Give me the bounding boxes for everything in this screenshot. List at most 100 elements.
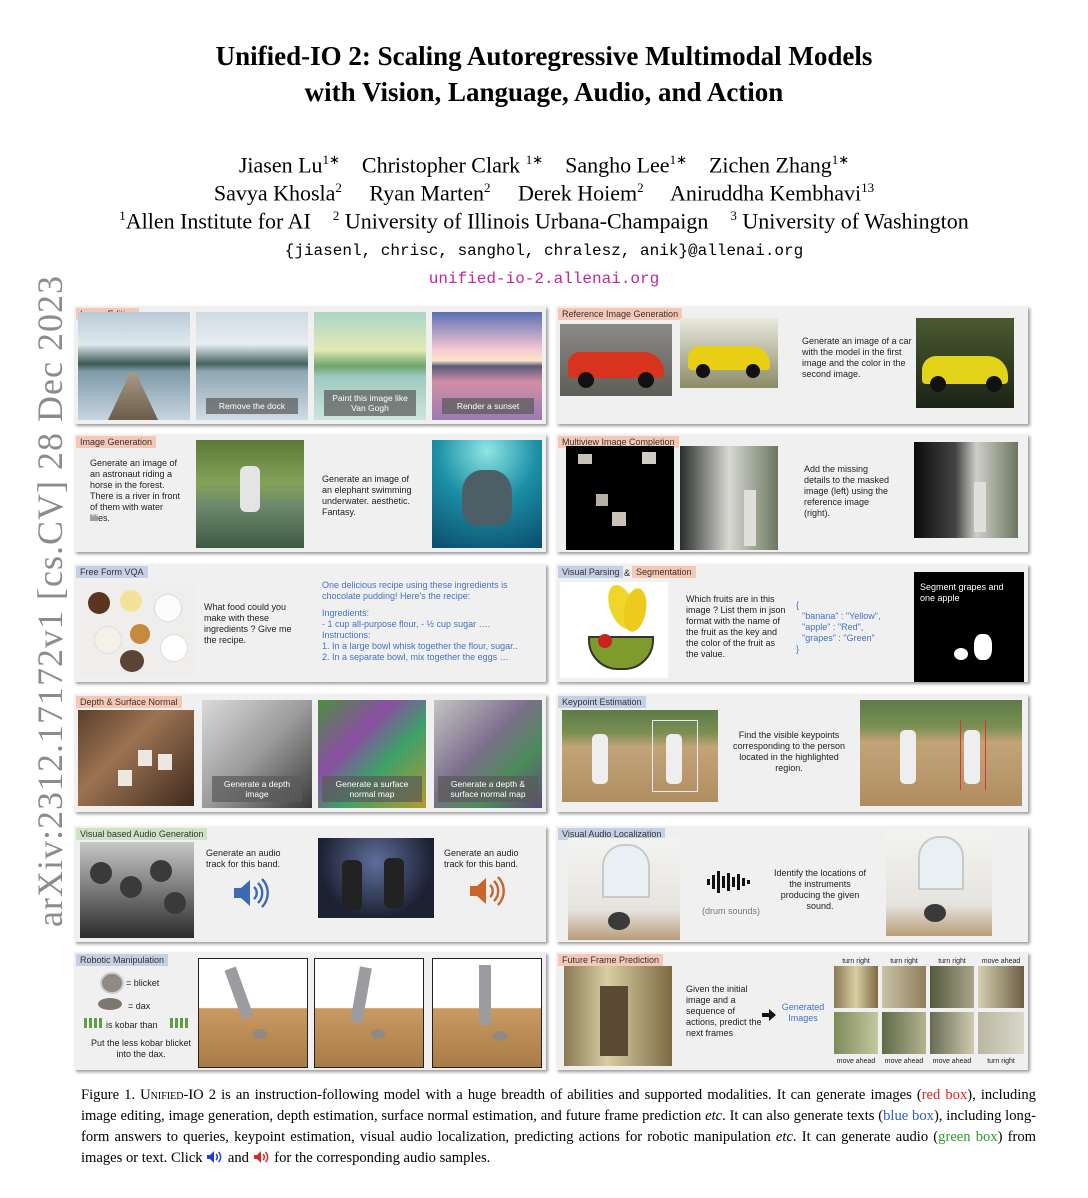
title-line-1: Unified-IO 2: Scaling Autoregressive Mul…: [215, 41, 873, 71]
drum-sounds-label: (drum sounds): [701, 906, 761, 916]
title-line-2: with Vision, Language, Audio, and Action: [304, 77, 784, 107]
keypoint-prompt: Find the visible keypoints corresponding…: [732, 730, 846, 773]
red-box-text: red box: [921, 1087, 968, 1103]
panel-keypoint: Keypoint Estimation Find the visible key…: [556, 694, 1028, 812]
audio-prompt-1: Generate an audio track for this band.: [206, 848, 281, 869]
depth-image: Generate a depth image: [202, 700, 312, 808]
waveform-icon: [706, 870, 752, 894]
speaker-blue-icon[interactable]: [230, 878, 270, 908]
multiview-prompt: Add the missing details to the masked im…: [804, 464, 890, 518]
arxiv-stamp: arXiv:2312.17172v1 [cs.CV] 28 Dec 2023: [30, 275, 70, 927]
emails: {jiasenl, chrisc, sanghol, chralesz, ani…: [284, 242, 804, 260]
red-car-image: [560, 324, 672, 396]
author: Derek Hoiem: [518, 180, 638, 206]
author: Ryan Marten: [369, 180, 485, 206]
future-prompt: Given the initial image and a sequence o…: [686, 984, 762, 1038]
yellow-car-image: [680, 318, 778, 388]
elephant-underwater-image: [432, 440, 542, 548]
blicket-icon: [100, 972, 124, 994]
panel-depth-normal: Depth & Surface Normal Generate a depth …: [74, 694, 546, 812]
panel-tag: Visual based Audio Generation: [76, 828, 208, 840]
speaker-red-icon[interactable]: [466, 876, 506, 906]
figure-caption: Figure 1. Unified-IO 2 is an instruction…: [81, 1087, 1036, 1166]
dax-icon: [98, 998, 122, 1010]
initial-frame-image: [564, 966, 672, 1066]
author: Aniruddha Kembhavi: [669, 180, 862, 206]
generated-images-label: Generated Images: [781, 1002, 825, 1023]
frame-tile: [834, 966, 878, 1008]
panel-free-form-vqa: Free Form VQA What food could you make w…: [74, 564, 546, 682]
arrow-right-icon: [762, 1008, 776, 1021]
panel-tag: Robotic Manipulation: [76, 954, 169, 966]
lake-image: [78, 312, 190, 420]
van-gogh-image: Paint this image like Van Gogh: [314, 312, 426, 420]
sunset-image: Render a sunset: [432, 312, 542, 420]
surface-normal-image: Generate a surface normal map: [318, 700, 426, 808]
ingredients-image: [80, 584, 194, 678]
authors-line-2: Savya Khosla2 Ryan Marten2 Derek Hoiem2 …: [213, 180, 875, 206]
json-answer: { "banana" : "Yellow", "apple" : "Red", …: [796, 600, 881, 654]
panel-tag: Image Generation: [76, 436, 157, 448]
panel-tag: Keypoint Estimation: [558, 696, 646, 708]
robot-frame-2: [314, 958, 424, 1068]
panel-audio-localization: Visual Audio Localization (drum sounds) …: [556, 826, 1028, 942]
panel-image-generation: Image Generation Generate an image of an…: [74, 434, 546, 552]
website-link[interactable]: unified-io-2.allenai.org: [0, 270, 1088, 288]
panel-reference-image-generation: Reference Image Generation Generate an i…: [556, 306, 1028, 424]
depth-normal-image: Generate a depth & surface normal map: [434, 700, 542, 808]
localized-room-image: [886, 830, 992, 936]
frame-tile: [978, 966, 1024, 1008]
blicket-label: = blicket: [126, 978, 160, 988]
speaker-blue-small-icon[interactable]: [206, 1150, 224, 1164]
panel-audio-generation: Visual based Audio Generation Generate a…: [74, 826, 546, 942]
panel-tag: Reference Image Generation: [558, 308, 683, 320]
music-room-image: [568, 838, 680, 940]
panel-image-editing: Image Editing Remove the dock Paint this…: [74, 306, 546, 424]
panel-tag: Visual Parsing: [558, 566, 624, 578]
frame-tile: [834, 1012, 878, 1054]
panel-tag: Future Frame Prediction: [558, 954, 664, 966]
affiliations: 1Allen Institute for AI 2 University of …: [119, 208, 969, 234]
robot-instruction: Put the less kobar blicket into the dax.: [90, 1038, 192, 1059]
astronaut-horse-image: [196, 440, 304, 548]
frame-tile: [930, 1012, 974, 1054]
fruit-basket-image: [560, 582, 668, 678]
panel-future-frame: Future Frame Prediction Given the initia…: [556, 952, 1028, 1070]
completed-view-image: [914, 442, 1018, 538]
reference-prompt: Generate an image of a car with the mode…: [802, 336, 912, 379]
kobar-label: is kobar than: [106, 1020, 158, 1030]
kobar-icon-2: [170, 1018, 188, 1028]
audio-prompt-2: Generate an audio track for this band.: [444, 848, 519, 869]
segmentation-mask: Segment grapes and one apple: [914, 572, 1024, 682]
frame-tile: [978, 1012, 1024, 1054]
panel-visual-parsing: Visual Parsing & Segmentation Which frui…: [556, 564, 1028, 682]
reference-view-image: [680, 446, 778, 550]
frame-tile: [882, 966, 926, 1008]
speaker-red-small-icon[interactable]: [253, 1150, 271, 1164]
ampersand: &: [624, 568, 631, 578]
band-photo: [80, 842, 194, 938]
keypoint-result-image: [860, 700, 1022, 806]
panel-tag: Depth & Surface Normal: [76, 696, 182, 708]
author: Zichen Zhang: [708, 152, 832, 178]
frame-tile: [882, 1012, 926, 1054]
green-box-text: green box: [938, 1129, 998, 1145]
parsing-question: Which fruits are in this image ? List th…: [686, 594, 786, 659]
masked-image: [566, 446, 674, 550]
panel-multiview: Multiview Image Completion Add the missi…: [556, 434, 1028, 552]
elephant-prompt: Generate an image of an elephant swimmin…: [322, 474, 412, 517]
panel-tag-segmentation: Segmentation: [632, 566, 696, 578]
paper-title: Unified-IO 2: Scaling Autoregressive Mul…: [0, 38, 1088, 110]
author: Jiasen Lu: [238, 152, 323, 178]
author: Savya Khosla: [213, 180, 336, 206]
panel-robotic-manipulation: Robotic Manipulation = blicket = dax is …: [74, 952, 546, 1070]
generated-yellow-car: [916, 318, 1014, 408]
dax-label: = dax: [128, 1001, 151, 1011]
edited-image-no-dock: Remove the dock: [196, 312, 308, 420]
mugs-image: [78, 710, 194, 806]
generated-frames-grid: turn right turn right turn right move ah…: [832, 956, 1026, 1068]
robot-frame-3: [432, 958, 542, 1068]
author: Sangho Lee: [565, 152, 670, 178]
astronaut-prompt: Generate an image of an astronaut riding…: [90, 458, 181, 523]
kobar-icon-1: [84, 1018, 102, 1028]
